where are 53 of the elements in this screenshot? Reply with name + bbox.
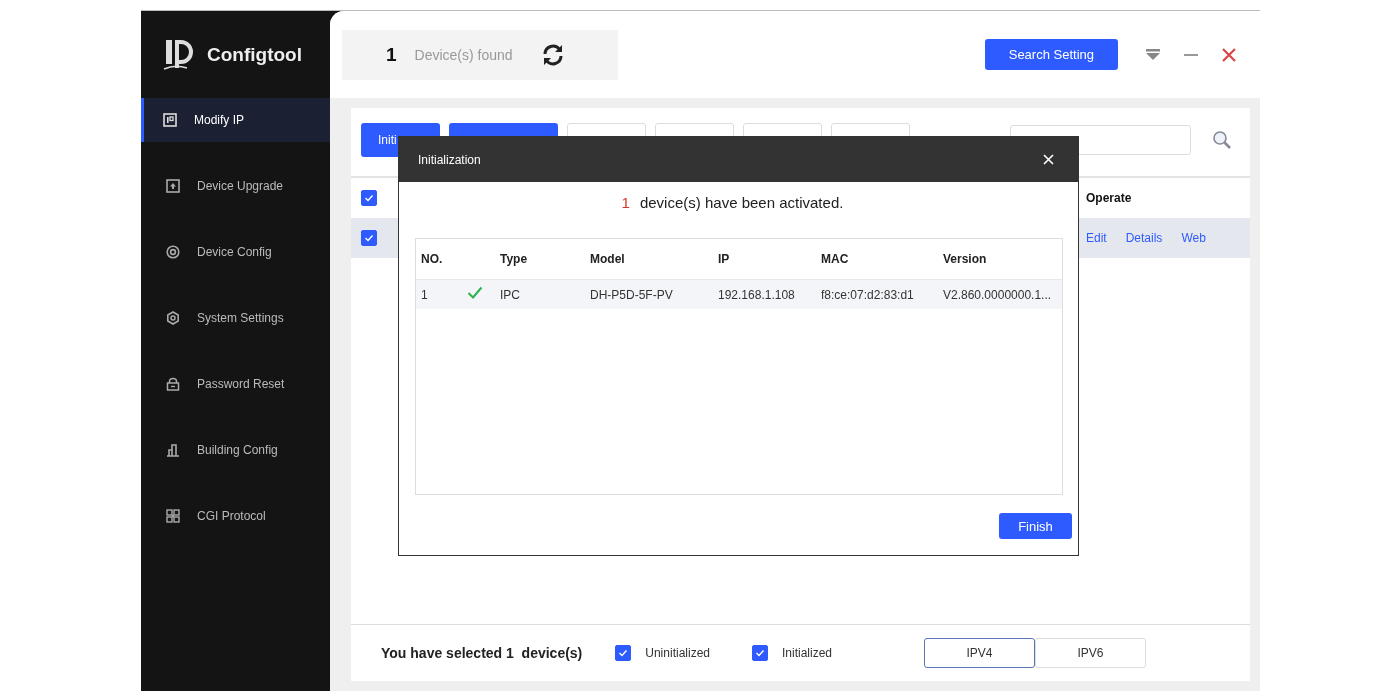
table-cell-text: V2.860.0000000.1... bbox=[943, 287, 1053, 302]
checkbox[interactable] bbox=[752, 645, 768, 661]
column-header: Type bbox=[500, 252, 529, 266]
search-setting-button[interactable]: Search Setting bbox=[984, 39, 1118, 70]
count-label: Device(s) found bbox=[414, 46, 513, 63]
action-link[interactable]: Edit bbox=[1086, 231, 1107, 245]
column-header: IP bbox=[718, 252, 731, 266]
checkbox-label: Initialized bbox=[782, 646, 832, 660]
upload-icon bbox=[166, 179, 180, 193]
grid-icon bbox=[166, 509, 180, 523]
check-icon bbox=[364, 233, 374, 243]
table-cell-text: DH-P5D-5F-PV bbox=[590, 287, 674, 302]
table-cell-text: f8:ce:07:d2:83:d1 bbox=[821, 287, 915, 302]
lock-icon bbox=[166, 377, 180, 391]
checkbox-label: Uninitialized bbox=[645, 646, 710, 660]
checkbox[interactable] bbox=[615, 645, 632, 661]
close-icon[interactable] bbox=[1043, 154, 1054, 165]
settings-icon bbox=[166, 311, 180, 325]
check-icon bbox=[364, 193, 374, 203]
check-icon bbox=[618, 648, 629, 658]
column-header: NO. bbox=[421, 252, 444, 266]
select-all-checkbox[interactable] bbox=[361, 190, 377, 206]
ip-icon bbox=[163, 113, 177, 127]
table-cell-text: 192.168.1.108 bbox=[718, 287, 796, 302]
app-name: Configtool bbox=[207, 43, 302, 66]
protocol-tab[interactable]: IPV6 bbox=[1035, 638, 1146, 668]
action-link[interactable]: Web bbox=[1181, 231, 1206, 245]
action-link[interactable]: Details bbox=[1125, 231, 1163, 245]
sidebar-item[interactable]: Device Config bbox=[141, 230, 330, 274]
checkbox[interactable] bbox=[361, 230, 377, 246]
target-icon bbox=[166, 245, 180, 259]
table-cell-text: 1 bbox=[421, 287, 429, 302]
selection-summary: You have selected 1 device(s) bbox=[381, 645, 583, 661]
check-icon bbox=[755, 648, 765, 658]
table-cell-text: IPC bbox=[500, 287, 521, 302]
sidebar-item[interactable]: CGI Protocol bbox=[141, 494, 330, 538]
sidebar-item[interactable]: System Settings bbox=[141, 296, 330, 340]
search-icon[interactable] bbox=[1212, 130, 1232, 150]
activated-count: 1 bbox=[621, 194, 630, 211]
sidebar-item[interactable]: Building Config bbox=[141, 428, 330, 472]
column-header: Operate bbox=[1086, 191, 1133, 205]
sidebar-item[interactable]: Modify IP bbox=[141, 98, 330, 142]
sidebar-item[interactable]: Password Reset bbox=[141, 362, 330, 406]
column-header: Version bbox=[943, 252, 988, 266]
protocol-tab[interactable]: IPV4 bbox=[924, 638, 1035, 668]
result-message: device(s) have been activated. bbox=[639, 194, 844, 211]
column-header: MAC bbox=[821, 252, 850, 266]
finish-button[interactable]: Finish bbox=[999, 513, 1072, 539]
building-icon bbox=[166, 443, 180, 457]
device-count: 1 bbox=[386, 43, 397, 66]
column-header: Model bbox=[590, 252, 626, 266]
dialog-title: Initialization bbox=[418, 152, 481, 167]
sidebar-item[interactable]: Device Upgrade bbox=[141, 164, 330, 208]
